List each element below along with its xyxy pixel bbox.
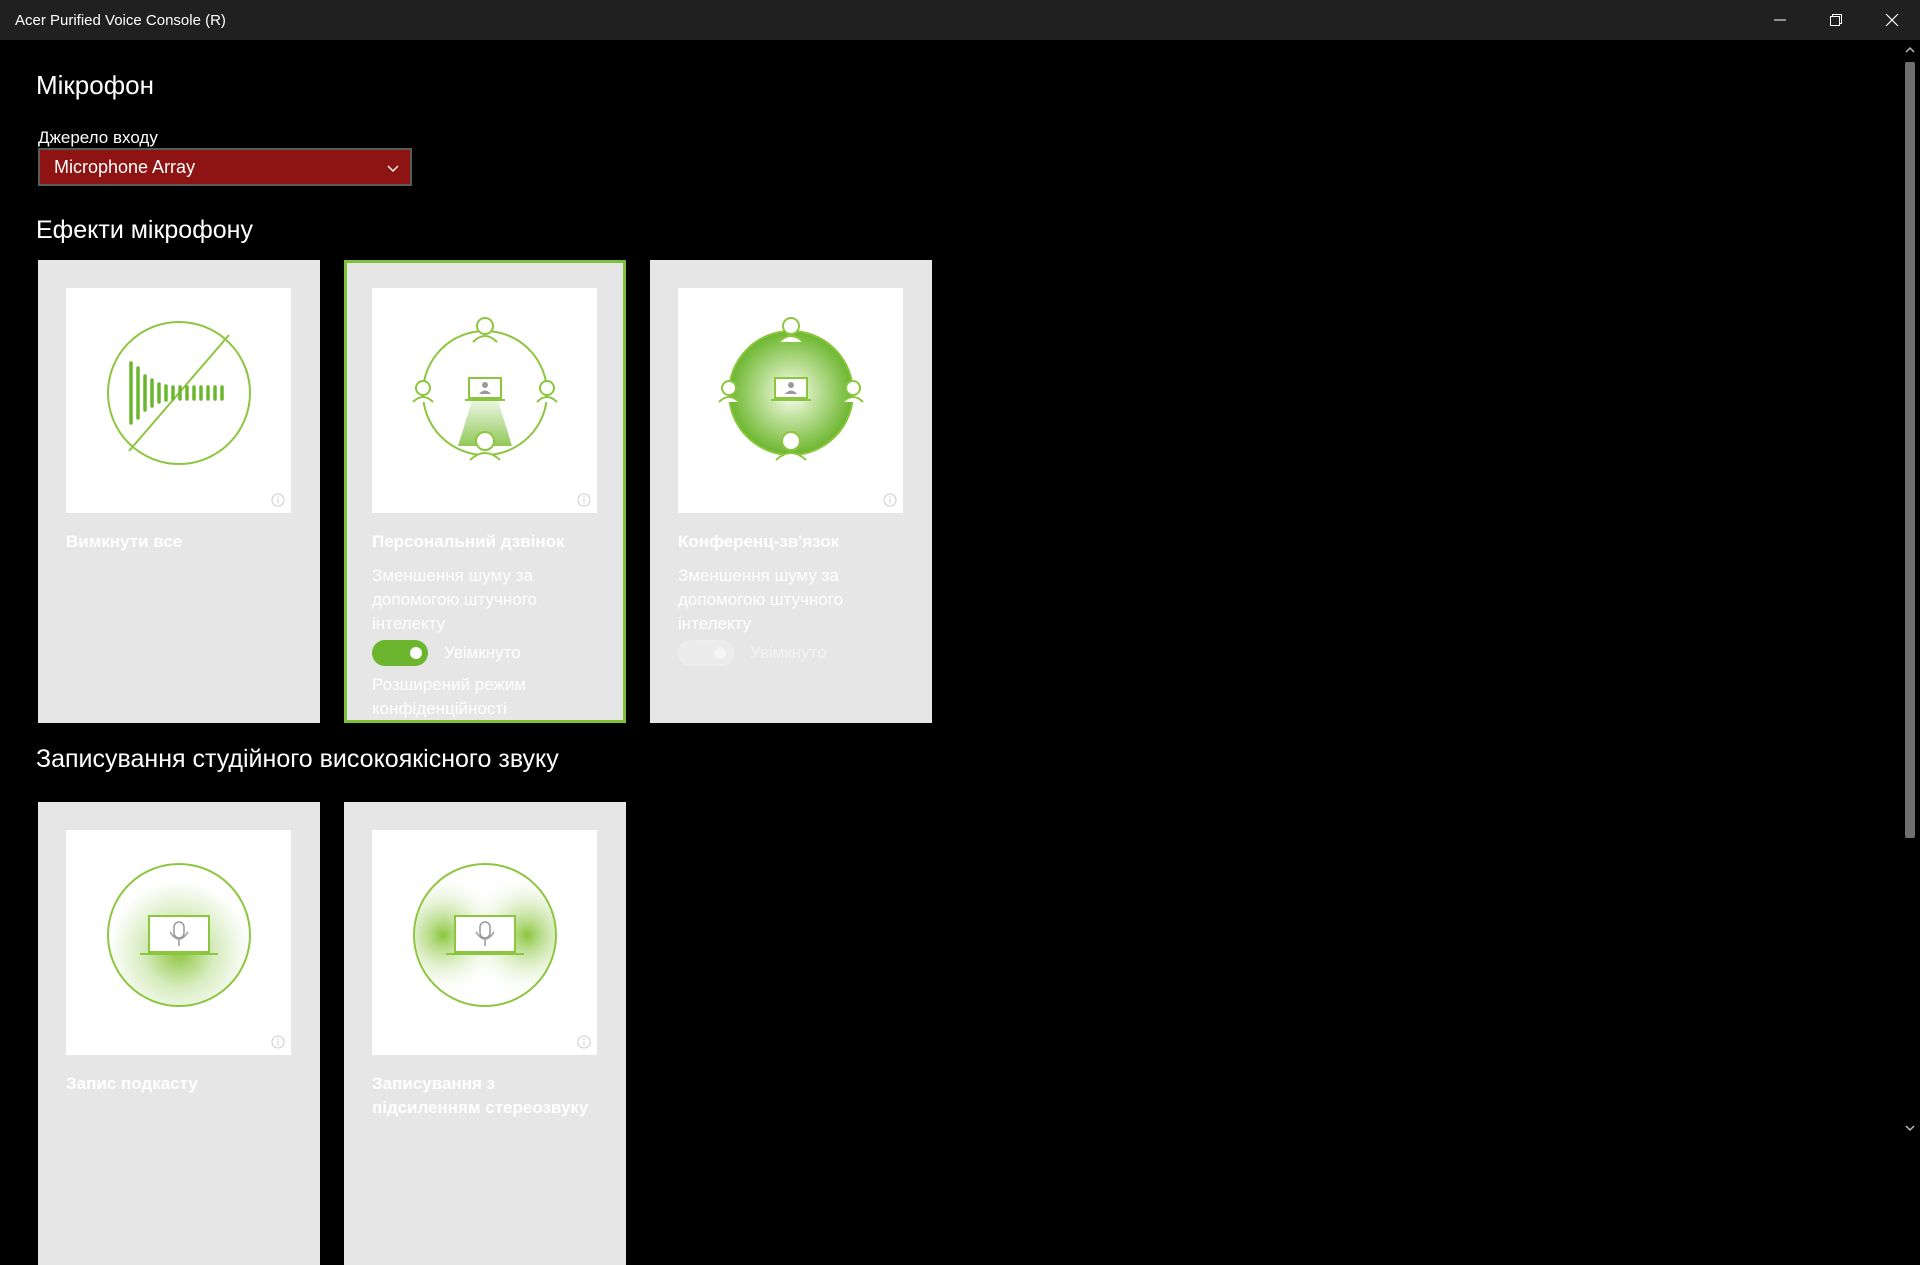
vertical-scrollbar[interactable] [1900,40,1920,1138]
effect-card-personal-call[interactable]: Персональний дзвінок Зменшення шуму за д… [344,260,626,723]
ai-noise-toggle-row: Увімкнуто [372,640,521,666]
conference-call-icon [718,317,864,461]
studio-card-stereo[interactable]: Записування з підсиленням стереозвуку [344,802,626,1265]
info-icon[interactable] [883,493,897,507]
input-source-value: Microphone Array [54,156,196,177]
chevron-down-icon [387,165,399,172]
input-source-label: Джерело входу [38,128,158,147]
effect-card-conference-call[interactable]: Конференц-зв'язок Зменшення шуму за допо… [650,260,932,723]
effect-card-description: Зменшення шуму за допомогою штучного інт… [678,566,844,633]
scroll-up-icon[interactable] [1904,44,1916,56]
ai-noise-toggle[interactable] [372,640,428,666]
effect-card-mute-all[interactable]: Вимкнути все [38,260,320,723]
effect-card-image [372,288,597,513]
effect-card-image [678,288,903,513]
effect-card-title: Вимкнути все [66,532,183,551]
podcast-mic-icon [107,863,251,1007]
studio-card-podcast[interactable]: Запис подкасту [38,802,320,1265]
studio-heading: Записування студійного високоякісного зв… [36,745,559,773]
effect-card-title: Конференц-зв'язок [678,532,840,551]
close-button[interactable] [1864,0,1920,40]
restore-button[interactable] [1808,0,1864,40]
effect-card-description: Зменшення шуму за допомогою штучного інт… [372,566,538,633]
effects-heading: Ефекти мікрофону [36,216,253,244]
scrollbar-thumb[interactable] [1905,62,1915,838]
personal-call-icon [412,317,558,461]
privacy-mode-label[interactable]: Розширений режим конфіденційності [372,673,592,721]
studio-card-image [66,830,291,1055]
studio-card-image [372,830,597,1055]
info-icon[interactable] [577,1035,591,1049]
minimize-icon [1774,19,1786,21]
info-icon[interactable] [271,493,285,507]
window-controls [1752,0,1920,40]
close-icon [1885,13,1899,27]
input-source-dropdown[interactable]: Microphone Array [38,148,412,186]
scroll-down-icon[interactable] [1904,1122,1916,1134]
info-icon[interactable] [271,1035,285,1049]
ai-noise-toggle[interactable] [678,640,734,666]
info-icon[interactable] [577,493,591,507]
effect-card-image [66,288,291,513]
page-title: Мікрофон [36,70,154,100]
window-title: Acer Purified Voice Console (R) [15,11,226,29]
restore-icon [1830,14,1842,26]
mute-waveform-icon [107,321,251,465]
effect-card-title: Персональний дзвінок [372,532,565,551]
title-bar: Acer Purified Voice Console (R) [0,0,1920,40]
minimize-button[interactable] [1752,0,1808,40]
toggle-state-label: Увімкнуто [750,643,827,662]
studio-card-title: Запис подкасту [66,1074,198,1093]
studio-card-title: Записування з підсиленням стереозвуку [372,1074,589,1117]
ai-noise-toggle-row: Увімкнуто [678,640,827,666]
stereo-mic-icon [413,863,557,1007]
toggle-state-label: Увімкнуто [444,643,521,662]
main-content: Мікрофон Джерело входу Microphone Array … [0,40,1900,1265]
